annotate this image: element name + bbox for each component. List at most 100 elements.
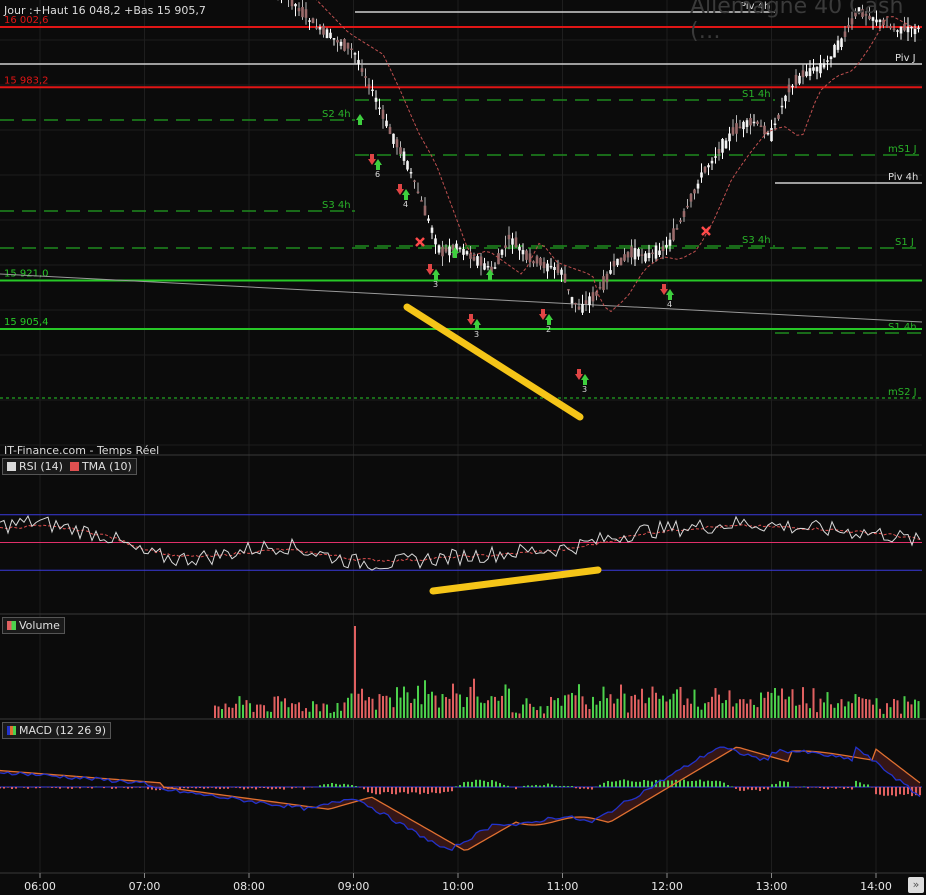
- volume-bar: [914, 699, 916, 718]
- signal-count-3: 3: [474, 330, 479, 339]
- macd-histogram-bar: [707, 780, 709, 787]
- volume-bar: [497, 700, 500, 718]
- macd-histogram-bar: [743, 787, 745, 791]
- sell-arrow-icon: [368, 154, 376, 165]
- volume-bar: [889, 707, 892, 718]
- volume-bar: [326, 704, 328, 718]
- candle-body: [581, 304, 584, 313]
- volume-bar: [672, 693, 675, 718]
- macd-histogram-bar: [575, 787, 577, 789]
- macd-histogram-bar: [531, 785, 533, 787]
- volume-bar: [679, 686, 682, 718]
- macd-legend[interactable]: MACD (12 26 9): [2, 722, 112, 739]
- candle-body: [553, 266, 556, 270]
- candle-body: [406, 161, 409, 170]
- candle-body: [794, 74, 798, 85]
- candle-body: [392, 133, 395, 144]
- pivot-label-2: S1 4h: [742, 89, 771, 100]
- sell-arrow-icon: [575, 369, 583, 380]
- macd-histogram-bar: [623, 779, 625, 787]
- macd-histogram-bar: [591, 787, 593, 790]
- candle-body: [413, 180, 416, 182]
- rsi-legend[interactable]: RSI (14) TMA (10): [2, 458, 137, 475]
- macd-histogram-bar: [39, 787, 41, 789]
- macd-histogram-bar: [235, 787, 237, 788]
- macd-histogram-bar: [263, 787, 265, 789]
- volume-bar: [697, 706, 699, 718]
- candle-body: [437, 245, 441, 253]
- candle-body: [801, 70, 805, 78]
- pivot-label-1: Piv J: [895, 53, 916, 64]
- candle-body: [476, 256, 479, 266]
- volume-bar: [602, 686, 605, 718]
- volume-bar: [280, 701, 283, 718]
- macd-histogram-bar: [543, 785, 545, 787]
- macd-histogram-bar: [715, 780, 717, 787]
- macd-histogram-bar: [127, 787, 129, 789]
- macd-histogram-bar: [807, 787, 809, 789]
- candle-body: [378, 107, 381, 109]
- macd-histogram-bar: [779, 781, 781, 787]
- macd-histogram-bar: [903, 787, 905, 795]
- macd-fill-area: [0, 747, 920, 851]
- signal-count-5: 3: [582, 385, 587, 394]
- volume-bar: [837, 703, 839, 718]
- candle-body: [623, 254, 626, 261]
- candle-body: [658, 250, 661, 255]
- volume-bar: [581, 696, 584, 718]
- macd-histogram-bar: [443, 787, 445, 793]
- macd-histogram-bar: [563, 785, 565, 787]
- volume-bar: [721, 703, 724, 718]
- candle-body: [539, 257, 542, 266]
- macd-histogram-bar: [59, 787, 61, 789]
- candle-body: [602, 276, 605, 291]
- candle-body: [290, 0, 294, 7]
- volume-bar: [256, 704, 258, 718]
- macd-histogram-bar: [783, 781, 785, 787]
- macd-histogram-bar: [227, 787, 229, 789]
- macd-histogram-bar: [51, 787, 53, 788]
- scroll-right-button[interactable]: »: [908, 877, 924, 893]
- volume-bar: [518, 713, 521, 718]
- candle-body: [441, 246, 444, 257]
- macd-histogram-bar: [403, 787, 405, 793]
- candle-body: [367, 84, 371, 87]
- candle-body: [329, 32, 332, 38]
- macd-histogram-bar: [291, 787, 293, 789]
- volume-bar: [490, 696, 493, 718]
- candle-body: [791, 85, 794, 88]
- candle-body: [815, 67, 819, 72]
- macd-histogram-bar: [515, 787, 517, 790]
- macd-histogram-bar: [79, 787, 81, 789]
- volume-bar: [630, 696, 633, 718]
- volume-bar: [690, 703, 692, 718]
- candle-body: [714, 156, 717, 158]
- macd-histogram-bar: [275, 787, 277, 789]
- volume-bar: [714, 688, 717, 718]
- volume-bar: [462, 707, 465, 718]
- macd-histogram-bar: [191, 787, 193, 788]
- macd-histogram-bar: [467, 781, 469, 787]
- volume-bar: [396, 687, 398, 718]
- volume-bar: [585, 704, 587, 718]
- macd-histogram-bar: [215, 787, 217, 789]
- macd-legend-label: MACD (12 26 9): [19, 724, 107, 737]
- candle-body: [703, 166, 707, 173]
- volume-bar: [557, 698, 559, 718]
- macd-histogram-bar: [547, 783, 549, 787]
- volume-bar: [354, 626, 356, 718]
- candle-body: [679, 220, 682, 222]
- volume-bar: [378, 694, 381, 718]
- macd-histogram-bar: [663, 781, 665, 787]
- volume-legend[interactable]: Volume: [2, 617, 65, 634]
- volume-bar: [781, 688, 783, 718]
- macd-histogram-bar: [435, 787, 437, 794]
- volume-bar: [763, 697, 766, 718]
- candle-body: [829, 56, 833, 60]
- candle-body: [707, 165, 710, 168]
- volume-swatch-icon: [7, 621, 16, 630]
- macd-histogram-bar: [203, 787, 205, 789]
- pivot-label-3: S2 4h: [322, 109, 351, 120]
- macd-histogram-bar: [259, 787, 261, 788]
- volume-bar: [501, 695, 503, 718]
